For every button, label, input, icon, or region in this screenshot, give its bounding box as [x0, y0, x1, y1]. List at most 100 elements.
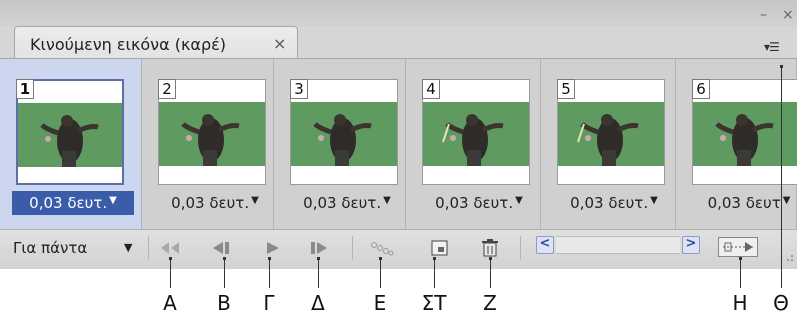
toolbar-separator	[148, 236, 149, 260]
callout-label: E	[373, 291, 387, 315]
callout-leader-line	[781, 66, 782, 288]
duplicate-frame-icon	[431, 240, 448, 256]
callout-anchor-dot	[739, 257, 742, 260]
play-icon	[267, 242, 279, 254]
first-frame-icon	[161, 242, 179, 254]
frame-delay-dropdown[interactable]: 0,03 δευτ. ▼	[286, 191, 408, 215]
loop-options-dropdown[interactable]: Για πάντα ▼	[13, 237, 143, 259]
next-frame-icon	[311, 242, 327, 254]
frame-image	[558, 102, 664, 166]
toolbar-separator	[352, 236, 353, 260]
frame-number: 5	[557, 79, 575, 99]
callout-anchor-dot	[169, 257, 172, 260]
figure-image	[181, 114, 240, 166]
callout-label: Δ	[311, 291, 325, 315]
figure-image	[442, 114, 504, 166]
callout-label: B	[217, 291, 231, 315]
callout-anchor-dot	[489, 257, 492, 260]
panel-menu-icon[interactable]: ▾☰	[764, 40, 780, 54]
tab-close-button[interactable]: ×	[273, 34, 286, 53]
frame-image	[423, 102, 529, 166]
frame-delay-dropdown[interactable]: 0,03 δευτ. ▼	[12, 191, 134, 215]
frame-delay-dropdown[interactable]: 0,03 δευτ. ▼	[553, 191, 675, 215]
callout-leader-line	[170, 258, 171, 288]
tween-button[interactable]	[368, 236, 396, 260]
chevron-down-icon: ▼	[515, 195, 523, 206]
chevron-down-icon: ▼	[124, 241, 133, 254]
animation-frame[interactable]: 6 0,03 δευτ ▼	[676, 59, 797, 229]
frame-image	[291, 102, 397, 166]
frames-scrollbar-track[interactable]	[556, 236, 680, 254]
frame-delay-dropdown[interactable]: 0,03 δευτ. ▼	[154, 191, 276, 215]
animation-frame[interactable]: 5 0,03 δευτ. ▼	[541, 59, 676, 229]
animation-frame[interactable]: 1 0,03 δευτ. ▼	[0, 59, 142, 229]
callout-label: Θ	[773, 291, 789, 315]
window-close-button[interactable]: ×	[782, 8, 794, 22]
chevron-down-icon: ▼	[383, 195, 391, 206]
frame-delay-dropdown[interactable]: 0,03 δευτ. ▼	[418, 191, 540, 215]
loop-options-label: Για πάντα	[13, 239, 88, 257]
callout-leader-line	[740, 258, 741, 288]
frame-image	[159, 102, 265, 166]
frame-number: 3	[290, 79, 308, 99]
frames-strip: 1 0,03 δευτ. ▼ 2 0,03 δευτ. ▼ 3 0,03 δευτ. ▼ 4 0,0…	[0, 59, 797, 229]
frame-delay-label: 0,03 δευτ.	[570, 194, 649, 212]
frame-number: 4	[422, 79, 440, 99]
scroll-right-button[interactable]: >	[682, 236, 700, 254]
callout-anchor-dot	[433, 257, 436, 260]
tween-icon	[371, 242, 394, 256]
tab-title: Κινούμενη εικόνα (καρέ)	[30, 35, 226, 54]
callout-leader-line	[224, 258, 225, 288]
frame-number: 1	[16, 79, 34, 99]
previous-frame-icon	[213, 242, 229, 254]
figure-image	[577, 114, 639, 166]
resize-grip-icon[interactable]	[782, 250, 794, 262]
convert-to-timeline-button[interactable]	[718, 237, 758, 257]
chevron-down-icon: ▼	[251, 195, 259, 206]
animation-panel: – × Κινούμενη εικόνα (καρέ) × ▾☰ 1 0,03 δ…	[0, 0, 797, 269]
chevron-down-icon: ▼	[109, 195, 117, 206]
delete-frame-icon	[482, 239, 498, 257]
callout-anchor-dot	[223, 257, 226, 260]
callout-label: ΣΤ	[421, 291, 447, 315]
frame-delay-label: 0,03 δευτ.	[171, 194, 250, 212]
previous-frame-button[interactable]	[206, 236, 234, 260]
animation-frame[interactable]: 2 0,03 δευτ. ▼	[142, 59, 274, 229]
figure-image	[313, 114, 372, 166]
frame-delay-label: 0,03 δευτ	[707, 194, 781, 212]
minimize-button[interactable]: –	[760, 8, 767, 22]
frame-image	[18, 103, 122, 167]
scroll-left-button[interactable]: <	[536, 236, 554, 254]
tab-animation-frames[interactable]: Κινούμενη εικόνα (καρέ) ×	[14, 26, 298, 59]
callout-leader-line	[318, 258, 319, 288]
panel-top-strip: – ×	[0, 0, 797, 26]
chevron-down-icon: ▼	[782, 195, 791, 206]
figure-image	[40, 115, 99, 167]
frame-delay-label: 0,03 δευτ.	[435, 194, 514, 212]
callout-anchor-dot	[268, 257, 271, 260]
callout-leader-line	[380, 258, 381, 288]
animation-toolbar: Για πάντα ▼ < >	[0, 229, 797, 269]
callout-label: Z	[483, 291, 497, 315]
frame-delay-label: 0,03 δευτ.	[303, 194, 382, 212]
callout-leader-line	[490, 258, 491, 288]
frame-number: 6	[692, 79, 710, 99]
next-frame-button[interactable]	[306, 236, 334, 260]
frame-delay-label: 0,03 δευτ.	[29, 194, 108, 212]
callout-leader-line	[434, 258, 435, 288]
callout-anchor-dot	[317, 257, 320, 260]
duplicate-frame-button[interactable]	[426, 236, 454, 260]
callout-anchor-dot	[780, 65, 783, 68]
frame-number: 2	[158, 79, 176, 99]
callout-label: Γ	[263, 291, 275, 315]
callout-label: A	[163, 291, 177, 315]
animation-frame[interactable]: 4 0,03 δευτ. ▼	[406, 59, 541, 229]
toolbar-separator	[520, 236, 521, 260]
animation-frame[interactable]: 3 0,03 δευτ. ▼	[274, 59, 406, 229]
callout-leader-line	[269, 258, 270, 288]
callout-anchor-dot	[379, 257, 382, 260]
callout-label: H	[732, 291, 748, 315]
play-button[interactable]	[258, 236, 286, 260]
chevron-down-icon: ▼	[650, 195, 658, 206]
convert-to-timeline-icon	[723, 242, 753, 252]
